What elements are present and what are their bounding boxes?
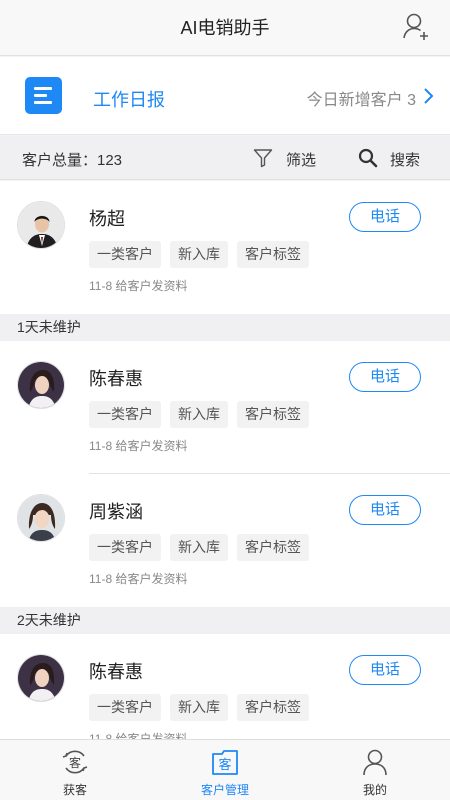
tab-label: 客户管理 — [200, 783, 249, 797]
avatar — [17, 201, 65, 249]
tag[interactable]: 新入库 — [170, 241, 228, 268]
call-button[interactable]: 电话 — [349, 202, 421, 232]
customer-total: 客户总量：123 — [22, 152, 123, 169]
document-list-icon — [25, 77, 62, 114]
call-button[interactable]: 电话 — [349, 655, 421, 685]
tag[interactable]: 一类客户 — [89, 694, 161, 721]
avatar — [17, 494, 65, 542]
customer-card[interactable]: 周紫涵 电话 一类客户 新入库 客户标签 11-8 给客户发资料 — [0, 474, 450, 607]
tag[interactable]: 新入库 — [170, 534, 228, 561]
tab-mine[interactable]: 我的 — [300, 740, 450, 800]
follow-up-note: 11-8 给客户发资料 — [89, 732, 188, 739]
tag-list: 一类客户 新入库 客户标签 — [89, 534, 309, 561]
tag[interactable]: 一类客户 — [89, 241, 161, 268]
svg-text:客: 客 — [69, 755, 81, 770]
tag-list: 一类客户 新入库 客户标签 — [89, 694, 309, 721]
tab-label: 获客 — [62, 783, 87, 797]
call-button[interactable]: 电话 — [349, 362, 421, 392]
tag[interactable]: 新入库 — [170, 401, 228, 428]
avatar — [17, 654, 65, 702]
customer-management-icon: 客 — [212, 750, 238, 775]
customer-name[interactable]: 杨超 — [89, 205, 125, 231]
tag[interactable]: 客户标签 — [237, 241, 309, 268]
section-header: 1天未维护 — [0, 314, 450, 341]
bottom-tab-bar: 客 获客 客 客户管理 我的 — [0, 739, 450, 800]
tag-list: 一类客户 新入库 客户标签 — [89, 401, 309, 428]
list-toolbar: 客户总量：123 筛选 搜索 — [0, 136, 450, 180]
call-button[interactable]: 电话 — [349, 495, 421, 525]
svg-text:客: 客 — [218, 757, 231, 773]
search-button[interactable]: 搜索 — [390, 149, 420, 170]
tag[interactable]: 一类客户 — [89, 534, 161, 561]
add-user-icon[interactable] — [402, 12, 430, 42]
follow-up-note: 11-8 给客户发资料 — [89, 572, 188, 586]
tag[interactable]: 客户标签 — [237, 534, 309, 561]
search-icon[interactable] — [358, 148, 378, 168]
tag[interactable]: 客户标签 — [237, 694, 309, 721]
customer-name[interactable]: 周紫涵 — [89, 498, 143, 524]
avatar — [17, 361, 65, 409]
profile-icon — [363, 749, 387, 776]
follow-up-note: 11-8 给客户发资料 — [89, 439, 188, 453]
tag[interactable]: 一类客户 — [89, 401, 161, 428]
section-header: 2天未维护 — [0, 607, 450, 634]
customer-card[interactable]: 杨超 电话 一类客户 新入库 客户标签 11-8 给客户发资料 — [0, 181, 450, 314]
daily-report-banner[interactable]: 工作日报 今日新增客户 3 — [0, 57, 450, 135]
acquire-customer-icon: 客 — [62, 750, 88, 774]
navigation-bar: AI电销助手 — [0, 0, 450, 56]
tab-acquire[interactable]: 客 获客 — [0, 740, 150, 800]
tag-list: 一类客户 新入库 客户标签 — [89, 241, 309, 268]
chevron-right-icon[interactable] — [422, 88, 434, 104]
tag[interactable]: 新入库 — [170, 694, 228, 721]
filter-button[interactable]: 筛选 — [286, 149, 316, 170]
customer-name[interactable]: 陈春惠 — [89, 658, 143, 684]
tab-customer-management[interactable]: 客 客户管理 — [150, 740, 300, 800]
filter-icon[interactable] — [253, 148, 273, 168]
customer-card[interactable]: 陈春惠 电话 一类客户 新入库 客户标签 11-8 给客户发资料 — [0, 634, 450, 739]
tab-label: 我的 — [362, 783, 387, 797]
customer-name[interactable]: 陈春惠 — [89, 365, 143, 391]
customer-list[interactable]: 杨超 电话 一类客户 新入库 客户标签 11-8 给客户发资料 1天未维护 陈春… — [0, 181, 450, 739]
page-title: AI电销助手 — [180, 18, 270, 38]
customer-card[interactable]: 陈春惠 电话 一类客户 新入库 客户标签 11-8 给客户发资料 — [0, 341, 450, 474]
new-customers-today[interactable]: 今日新增客户 3 — [307, 86, 416, 110]
follow-up-note: 11-8 给客户发资料 — [89, 279, 188, 293]
tag[interactable]: 客户标签 — [237, 401, 309, 428]
daily-report-title[interactable]: 工作日报 — [93, 86, 165, 112]
